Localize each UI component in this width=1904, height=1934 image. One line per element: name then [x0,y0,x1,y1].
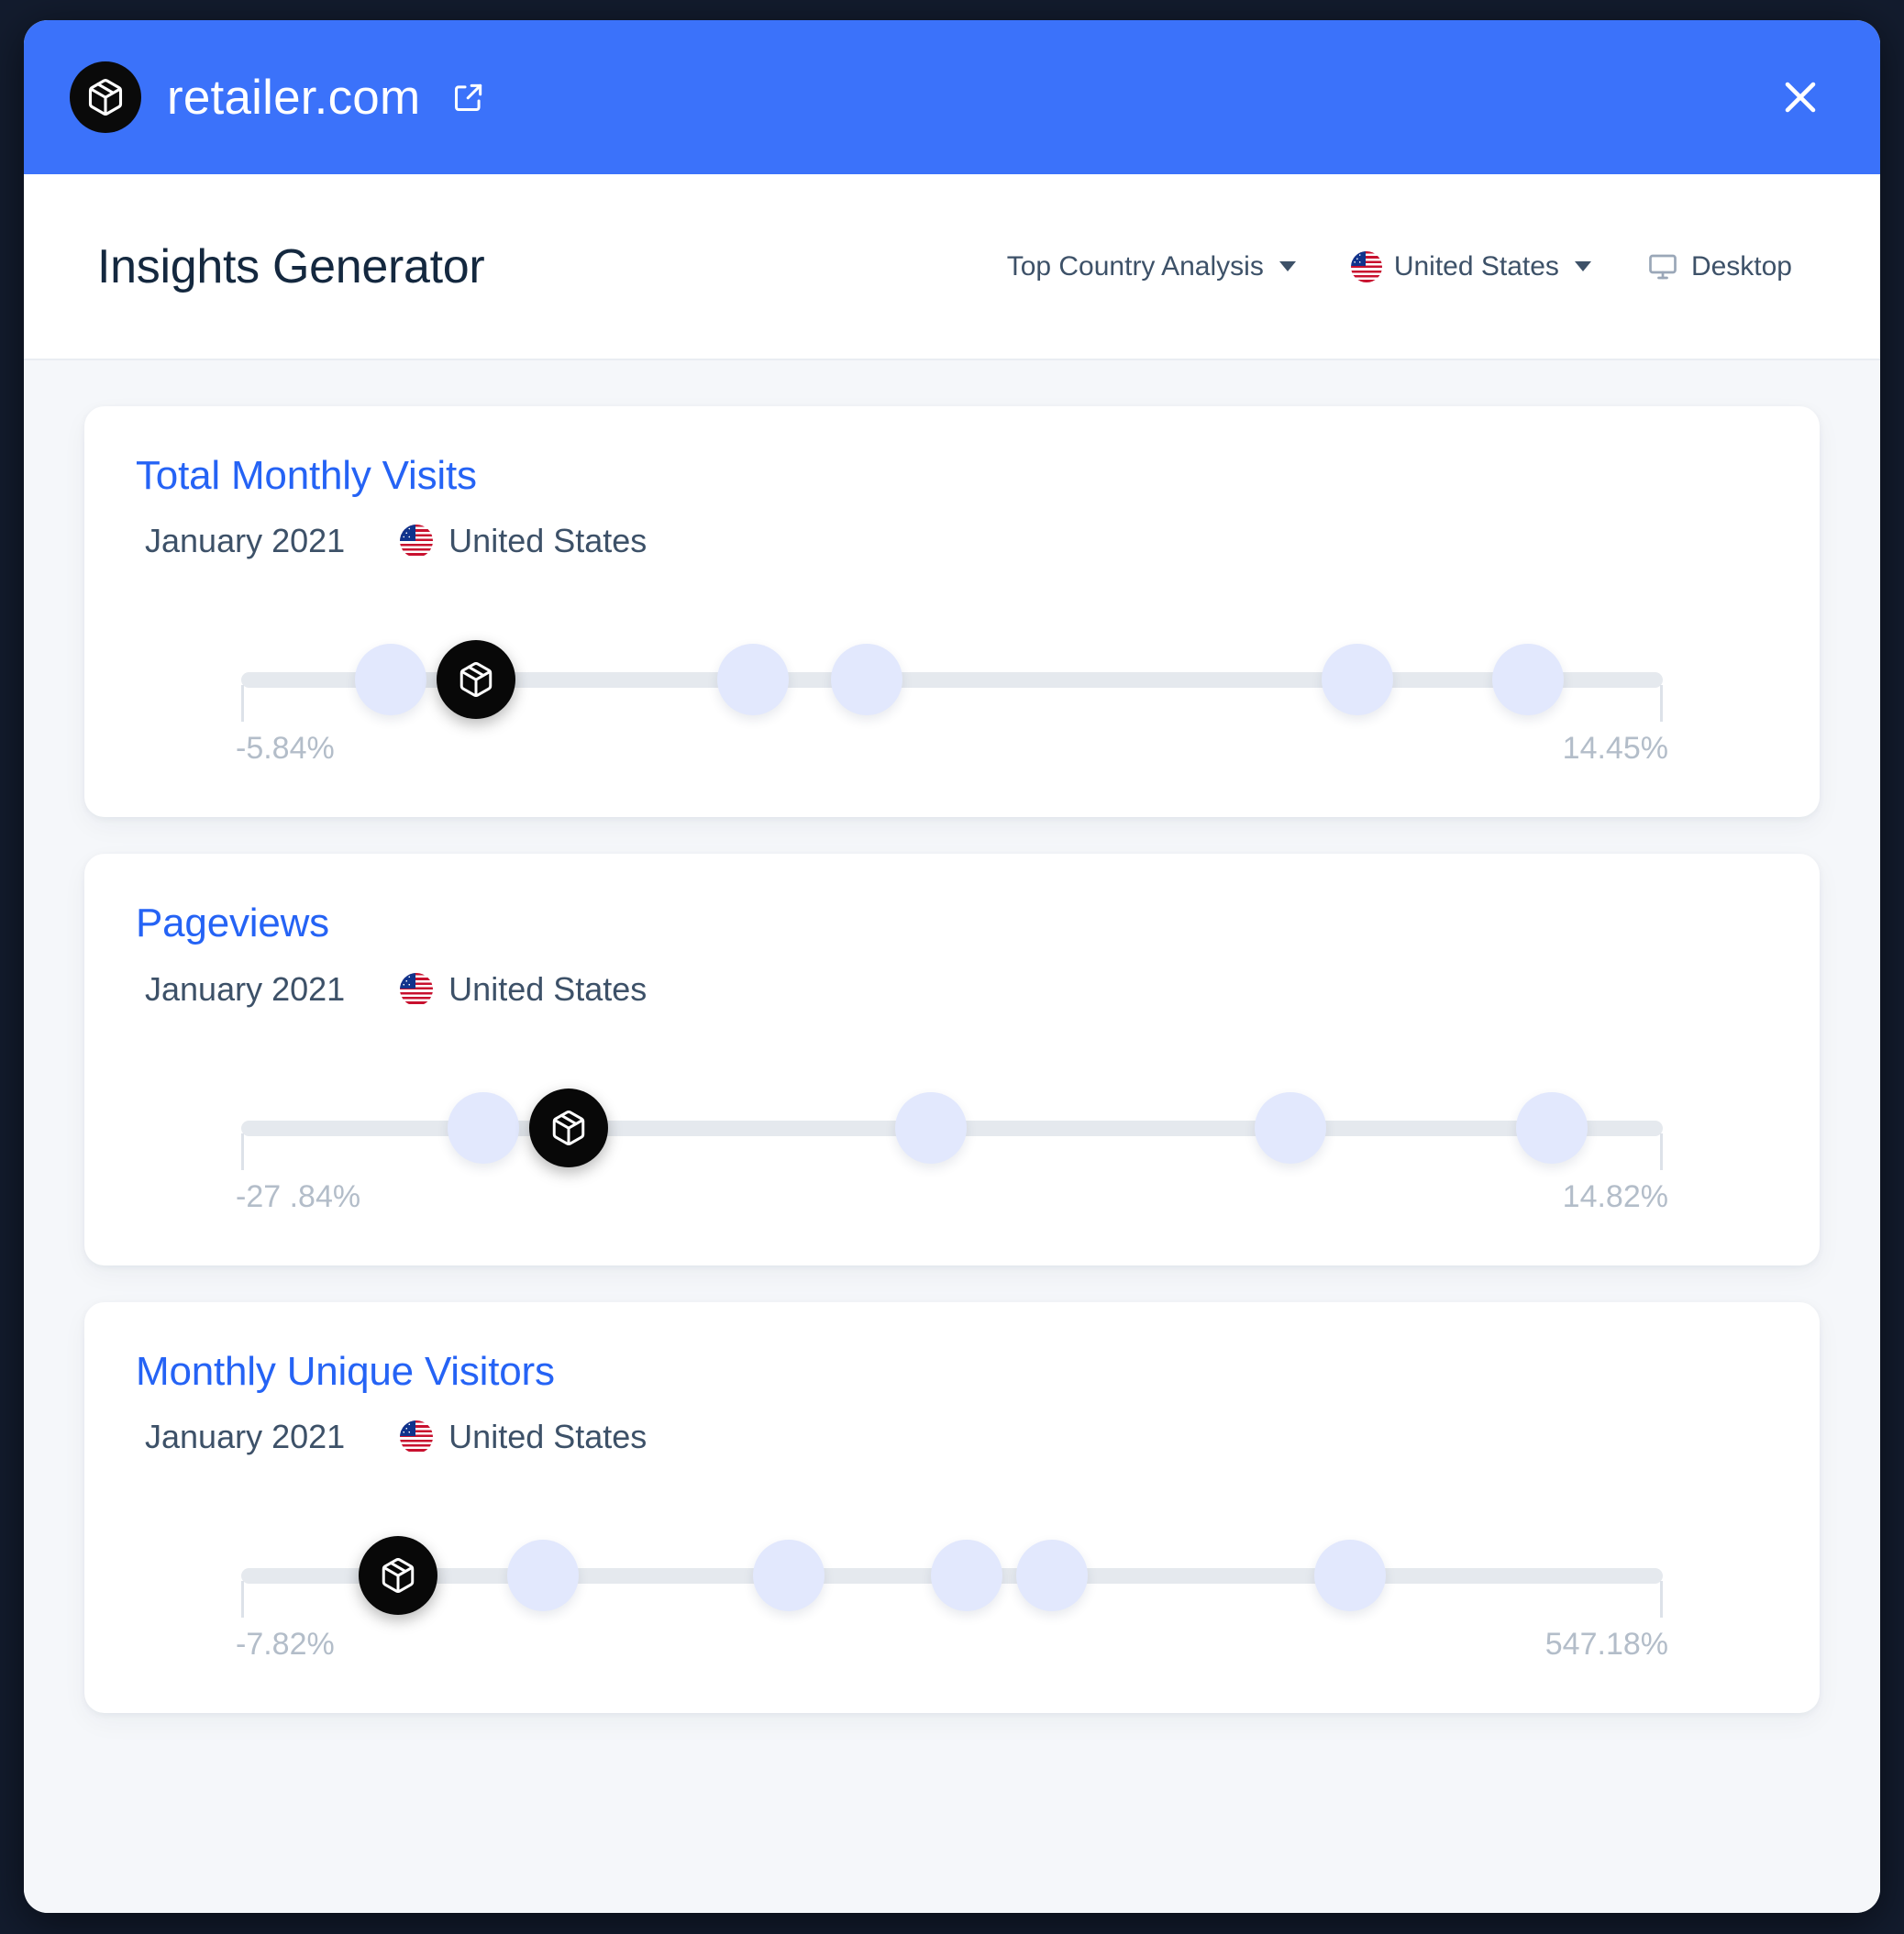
screen: retailer.com Insights Generator Top Coun… [0,0,1904,1934]
slider-dot[interactable] [1314,1540,1386,1612]
cube-box-icon [459,662,492,698]
slider-tick-min [241,1581,244,1619]
insights-list: Total Monthly Visits January 2021 United… [24,360,1880,1913]
slider-dot[interactable] [752,1540,825,1612]
slider-range-labels: -5.84% 14.45% [236,731,1668,767]
slider-dot[interactable] [447,1091,519,1164]
distribution-slider[interactable]: -5.84% 14.45% [236,628,1668,767]
insight-country: United States [400,970,647,1009]
insight-meta: January 2021 United States [136,1418,1768,1456]
slider-tick-max [1660,685,1663,723]
range-max-label: 14.45% [1562,731,1668,767]
range-max-label: 14.82% [1562,1178,1668,1214]
us-flag-icon [400,972,434,1006]
slider-dot[interactable] [354,644,426,716]
range-max-label: 547.18% [1544,1627,1668,1663]
slider-dot[interactable] [831,644,902,716]
distribution-slider[interactable]: -27 .84% 14.82% [236,1077,1668,1215]
device-selector[interactable]: Desktop [1619,250,1820,283]
insight-meta: January 2021 United States [136,970,1768,1009]
range-min-label: -27 .84% [236,1178,361,1214]
insight-date: January 2021 [145,1418,346,1456]
insights-header: Insights Generator Top Country Analysis … [24,174,1880,360]
insight-date: January 2021 [145,522,346,560]
distribution-slider[interactable]: -7.82% 547.18% [236,1524,1668,1663]
slider-dot[interactable] [1254,1091,1326,1164]
page-title: Insights Generator [97,239,485,293]
slider-dot[interactable] [894,1091,967,1164]
country-dropdown[interactable]: United States [1323,250,1619,282]
close-button[interactable] [1768,65,1832,129]
external-link-icon[interactable] [451,80,486,115]
insight-meta: January 2021 United States [136,522,1768,560]
cube-box-icon [552,1110,584,1145]
modal-title-bar: retailer.com [24,20,1880,174]
slider-dot[interactable] [506,1540,579,1612]
slider-tick-min [241,685,244,723]
insight-card: Pageviews January 2021 United States -27… [84,854,1820,1265]
slider-dot[interactable] [1321,644,1393,716]
us-flag-icon [400,1420,434,1454]
analysis-type-label: Top Country Analysis [1006,250,1264,282]
slider-dot-active[interactable] [528,1088,608,1167]
close-icon [1785,82,1816,113]
slider-tick-min [241,1133,244,1170]
cube-box-icon [70,61,141,133]
slider-dot[interactable] [1015,1540,1088,1612]
insight-title: Pageviews [136,901,329,946]
insight-title: Total Monthly Visits [136,453,477,498]
insights-modal: retailer.com Insights Generator Top Coun… [24,20,1880,1913]
insight-title: Monthly Unique Visitors [136,1348,555,1394]
cube-box-icon [382,1558,414,1594]
insight-date: January 2021 [145,969,346,1008]
us-flag-icon [1350,250,1382,282]
insight-country: United States [400,1418,647,1456]
slider-dot[interactable] [1516,1091,1589,1164]
slider-range-labels: -27 .84% 14.82% [236,1179,1668,1215]
slider-dot[interactable] [1491,644,1564,716]
slider-dot[interactable] [717,644,789,716]
slider-tick-max [1660,1581,1663,1619]
range-min-label: -7.82% [236,1627,335,1663]
chevron-down-icon [1574,261,1591,271]
slider-dot[interactable] [930,1540,1002,1612]
slider-tick-max [1660,1133,1663,1170]
analysis-type-dropdown[interactable]: Top Country Analysis [980,251,1323,282]
slider-dot-active[interactable] [358,1536,437,1616]
header-controls: Top Country Analysis United States Deskt… [980,250,1820,283]
insight-card: Total Monthly Visits January 2021 United… [84,406,1820,818]
insight-country-label: United States [448,1418,648,1456]
insight-card: Monthly Unique Visitors January 2021 Uni… [84,1301,1820,1714]
chevron-down-icon [1279,261,1296,271]
slider-range-labels: -7.82% 547.18% [236,1627,1668,1663]
title-bar-left: retailer.com [70,61,1768,133]
country-label: United States [1393,250,1559,282]
insight-country-label: United States [448,522,648,560]
slider-dot-active[interactable] [436,640,515,720]
desktop-monitor-icon [1646,250,1679,283]
device-label: Desktop [1690,250,1792,282]
range-min-label: -5.84% [236,731,335,767]
site-domain: retailer.com [167,70,421,125]
us-flag-icon [400,525,434,558]
insight-country-label: United States [448,969,648,1008]
insight-country: United States [400,522,647,560]
